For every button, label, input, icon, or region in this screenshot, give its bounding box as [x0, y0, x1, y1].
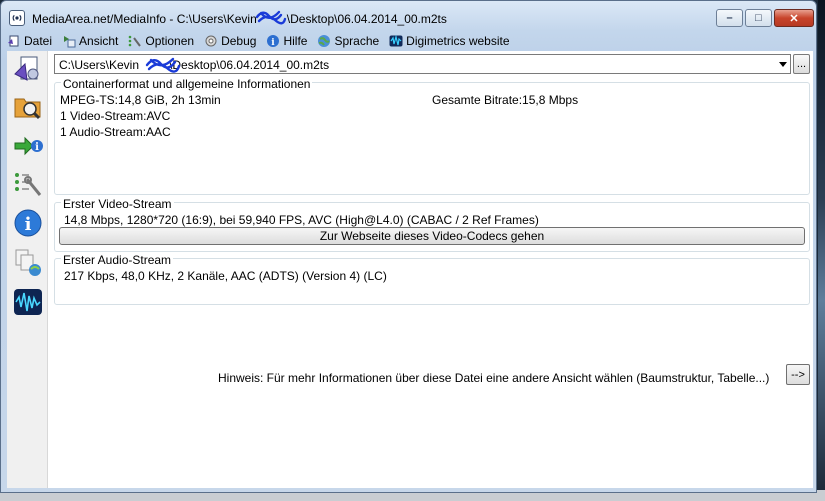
menu-digimetrics-website[interactable]: Digimetrics website [389, 31, 510, 50]
maximize-button[interactable]: □ [745, 9, 772, 27]
video-stream-group: Erster Video-Stream 14,8 Mbps, 1280*720 … [54, 197, 810, 252]
video-stream-legend: Erster Video-Stream [61, 197, 174, 211]
file-selector-value: C:\Users\Kevin \Desktop\06.04.2014_00.m2t… [59, 58, 330, 72]
video-stream-details: 14,8 Mbps, 1280*720 (16:9), bei 59,940 F… [64, 213, 539, 227]
language-icon [317, 34, 331, 48]
general-info-legend: Containerformat und allgemeine Informati… [61, 77, 313, 91]
window-title: MediaArea.net/MediaInfo - C:\Users\Kevin… [32, 12, 447, 26]
preferences-icon[interactable] [12, 168, 44, 200]
close-button[interactable]: ✕ [774, 9, 814, 27]
menu-bar: Datei Ansicht Optionen Debug i Hilfe Spr… [7, 31, 812, 50]
svg-text:i: i [25, 214, 32, 235]
svg-text:i: i [35, 142, 39, 153]
menu-ansicht[interactable]: Ansicht [62, 31, 118, 50]
menu-hilfe[interactable]: i Hilfe [266, 31, 307, 50]
file-selector-combo[interactable]: C:\Users\Kevin \Desktop\06.04.2014_00.m2t… [54, 54, 791, 74]
options-icon [128, 34, 142, 48]
menu-optionen-label: Optionen [145, 33, 195, 48]
browse-button[interactable]: ... [793, 54, 810, 74]
title-bar[interactable]: MediaArea.net/MediaInfo - C:\Users\Kevin… [1, 1, 816, 31]
mediainfo-app-icon[interactable] [9, 10, 25, 26]
redaction-scribble-combo [145, 57, 181, 73]
menu-digimetrics-label: Digimetrics website [406, 33, 510, 48]
menu-sprache[interactable]: Sprache [317, 31, 379, 50]
general-format-text: MPEG-TS:14,8 GiB, 2h 13min [60, 93, 221, 107]
digimetrics-icon [389, 34, 403, 48]
debug-icon [204, 34, 218, 48]
view-hint-text: Hinweis: Für mehr Informationen über die… [218, 371, 770, 385]
view-icon [62, 34, 76, 48]
mediainfo-window: MediaArea.net/MediaInfo - C:\Users\Kevin… [0, 0, 817, 493]
left-toolbar: i i [7, 51, 48, 488]
video-codec-website-button[interactable]: Zur Webseite dieses Video-Codecs gehen [59, 227, 805, 245]
open-folder-icon[interactable] [12, 90, 44, 122]
open-file-icon[interactable] [12, 53, 44, 85]
about-icon[interactable]: i [12, 207, 44, 239]
audio-stream-legend: Erster Audio-Stream [61, 253, 174, 267]
menu-optionen[interactable]: Optionen [128, 31, 194, 50]
main-panel: C:\Users\Kevin \Desktop\06.04.2014_00.m2t… [52, 51, 812, 488]
overall-bitrate-text: Gesamte Bitrate:15,8 Mbps [432, 93, 579, 107]
svg-text:i: i [272, 38, 276, 48]
help-icon: i [266, 34, 280, 48]
video-stream-count-text: 1 Video-Stream:AVC [60, 109, 171, 123]
desktop-background [818, 0, 825, 501]
audio-stream-details: 217 Kbps, 48,0 KHz, 2 Kanäle, AAC (ADTS)… [64, 269, 387, 283]
menu-hilfe-label: Hilfe [283, 33, 308, 48]
audio-stream-group: Erster Audio-Stream 217 Kbps, 48,0 KHz, … [54, 253, 810, 305]
chevron-down-icon[interactable] [779, 62, 787, 67]
audio-stream-count-text: 1 Audio-Stream:AAC [60, 125, 171, 139]
menu-sprache-label: Sprache [334, 33, 380, 48]
menu-ansicht-label: Ansicht [79, 33, 119, 48]
knowledge-base-icon[interactable] [12, 246, 44, 278]
client-area: i i C:\Users\Kevin \Desktop\06.04.2014_00… [7, 51, 813, 488]
change-view-button[interactable]: --> [786, 364, 810, 385]
general-info-group: Containerformat und allgemeine Informati… [54, 77, 810, 195]
redaction-scribble [255, 10, 287, 25]
digimetrics-wave-icon[interactable] [12, 286, 44, 318]
menu-debug-label: Debug [221, 33, 257, 48]
menu-debug[interactable]: Debug [204, 31, 256, 50]
minimize-button[interactable]: – [716, 9, 743, 27]
menu-datei[interactable]: Datei [7, 31, 52, 50]
menu-datei-label: Datei [24, 33, 53, 48]
file-icon [7, 34, 21, 48]
export-icon[interactable]: i [12, 130, 44, 162]
